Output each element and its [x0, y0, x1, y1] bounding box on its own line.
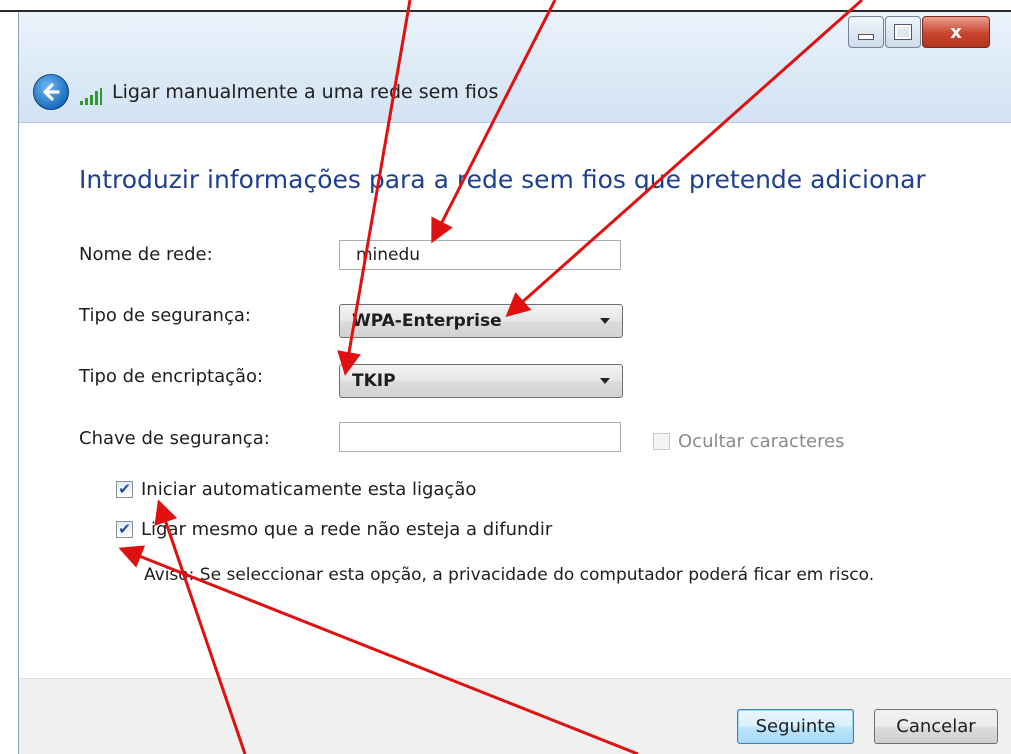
dialog-footer: Seguinte Cancelar: [19, 678, 1011, 754]
auto-start-label: Iniciar automaticamente esta ligação: [141, 479, 477, 500]
connect-hidden-checkbox[interactable]: ✔: [116, 521, 133, 538]
maximize-icon: [894, 24, 912, 40]
encryption-type-value: TKIP: [352, 371, 396, 391]
title-bar: x Ligar manualmente a uma rede sem fios: [19, 12, 1011, 123]
next-button[interactable]: Seguinte: [737, 709, 854, 744]
network-name-label: Nome de rede:: [79, 244, 213, 265]
page-heading: Introduzir informações para a rede sem f…: [79, 165, 926, 194]
maximize-button[interactable]: [885, 16, 921, 48]
cancel-button[interactable]: Cancelar: [874, 709, 998, 744]
screenshot: x Ligar manualmente a uma rede sem fios …: [0, 0, 1011, 754]
checkmark-icon: ✔: [118, 480, 131, 498]
security-type-value: WPA-Enterprise: [352, 311, 502, 331]
encryption-type-label: Tipo de encriptação:: [79, 366, 264, 387]
security-type-label: Tipo de segurança:: [79, 305, 251, 326]
close-button[interactable]: x: [922, 16, 990, 48]
close-icon: x: [950, 21, 962, 43]
privacy-warning: Aviso: Se seleccionar esta opção, a priv…: [144, 565, 875, 585]
back-arrow-icon: [43, 83, 60, 101]
security-type-select[interactable]: WPA-Enterprise: [339, 304, 623, 338]
security-key-label: Chave de segurança:: [79, 428, 270, 449]
wireless-signal-icon: [80, 88, 102, 105]
minimize-icon: [858, 34, 874, 40]
encryption-type-select[interactable]: TKIP: [339, 364, 623, 398]
chevron-down-icon: [600, 318, 610, 324]
chevron-down-icon: [600, 378, 610, 384]
dialog-window: x Ligar manualmente a uma rede sem fios …: [18, 12, 1011, 754]
minimize-button[interactable]: [848, 16, 884, 48]
checkmark-icon: ✔: [118, 520, 131, 538]
security-key-input[interactable]: [339, 422, 621, 452]
hide-characters-checkbox[interactable]: [653, 433, 670, 450]
hide-characters-label: Ocultar caracteres: [678, 431, 845, 452]
back-button[interactable]: [33, 74, 69, 110]
window-title: Ligar manualmente a uma rede sem fios: [112, 81, 499, 103]
connect-hidden-label: Ligar mesmo que a rede não esteja a difu…: [141, 519, 553, 540]
auto-start-checkbox[interactable]: ✔: [116, 481, 133, 498]
network-name-input[interactable]: minedu: [339, 240, 621, 270]
